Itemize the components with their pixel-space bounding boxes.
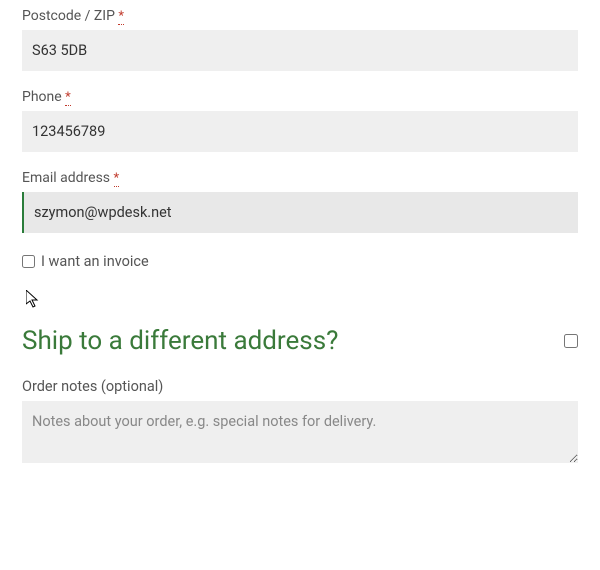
order-notes-label: Order notes (optional) bbox=[22, 378, 578, 395]
invoice-checkbox-label[interactable]: I want an invoice bbox=[41, 253, 149, 270]
phone-label: Phone * bbox=[22, 89, 578, 105]
phone-field: Phone * bbox=[22, 89, 578, 152]
ship-different-address-checkbox[interactable] bbox=[564, 334, 578, 348]
postcode-label: Postcode / ZIP * bbox=[22, 8, 578, 24]
phone-input[interactable] bbox=[22, 111, 578, 152]
required-mark-icon: * bbox=[118, 9, 124, 25]
invoice-checkbox[interactable] bbox=[22, 255, 35, 268]
required-mark-icon: * bbox=[114, 171, 120, 187]
postcode-input[interactable] bbox=[22, 30, 578, 71]
phone-label-text: Phone bbox=[22, 89, 62, 105]
ship-heading: Ship to a different address? bbox=[22, 326, 338, 356]
invoice-checkbox-row: I want an invoice bbox=[22, 253, 578, 270]
email-field: Email address * bbox=[22, 170, 578, 233]
email-input[interactable] bbox=[22, 192, 578, 233]
order-notes-textarea[interactable] bbox=[22, 401, 578, 463]
cursor-icon bbox=[26, 290, 42, 310]
email-label-text: Email address bbox=[22, 170, 110, 186]
ship-different-address-section: Ship to a different address? bbox=[22, 326, 578, 356]
postcode-field: Postcode / ZIP * bbox=[22, 8, 578, 71]
order-notes-field: Order notes (optional) bbox=[22, 378, 578, 467]
postcode-label-text: Postcode / ZIP bbox=[22, 8, 115, 24]
required-mark-icon: * bbox=[65, 90, 71, 106]
email-label: Email address * bbox=[22, 170, 578, 186]
